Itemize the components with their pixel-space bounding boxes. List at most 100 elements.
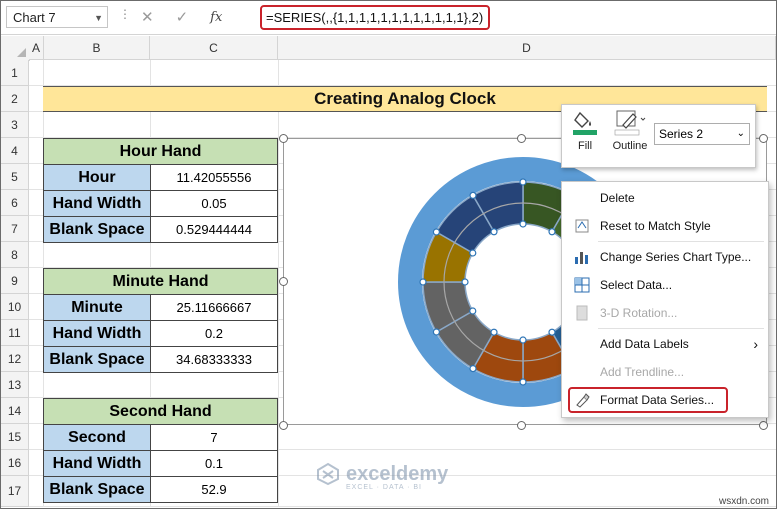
table-value[interactable]: 0.2 [150,320,278,347]
more-dots-icon[interactable]: ⋮ [119,7,132,21]
table-label[interactable]: Minute [43,294,151,321]
select-data-icon [574,277,590,293]
row-header-6[interactable]: 6 [1,190,29,216]
name-box[interactable]: Chart 7 ▼ [6,6,108,28]
menu-item-label: Delete [600,191,635,205]
series-selection-point[interactable] [469,191,477,199]
formula-bar: Chart 7 ▼ ⋮ ✕ ✓ fx =SERIES(,,{1,1,1,1,1,… [1,1,776,35]
table-header[interactable]: Second Hand [43,398,278,425]
menu-separator [598,241,764,242]
series-selection-point[interactable] [548,328,556,336]
menu-item-delete[interactable]: Delete [562,187,766,209]
row-header-4[interactable]: 4 [1,138,29,164]
row-header-13[interactable]: 13 [1,372,29,398]
series-select-value: Series 2 [659,127,704,141]
table-label[interactable]: Hand Width [43,320,151,347]
chart-resize-handle[interactable] [279,134,288,143]
row-header-14[interactable]: 14 [1,398,29,424]
select-all-corner[interactable] [1,36,30,61]
table-value[interactable]: 0.529444444 [150,216,278,243]
row-header-15[interactable]: 15 [1,424,29,450]
chart-resize-handle[interactable] [759,134,768,143]
row-header-7[interactable]: 7 [1,216,29,242]
series-selection-point[interactable] [548,228,556,236]
table-label[interactable]: Hand Width [43,190,151,217]
exceldemy-logo-icon [317,462,339,486]
paint-bucket-icon [573,111,597,135]
menu-item-3d-rotation: 3-D Rotation... [562,302,766,324]
table-value[interactable]: 0.1 [150,450,278,477]
series-selection-point[interactable] [469,365,477,373]
column-header-b[interactable]: B [44,36,150,60]
table-label[interactable]: Second [43,424,151,451]
row-header-12[interactable]: 12 [1,346,29,372]
menu-item-reset-to-match-style[interactable]: Reset to Match Style [562,215,766,237]
menu-item-add-data-labels[interactable]: Add Data Labels › [562,333,766,355]
series-selection-point[interactable] [519,336,527,344]
table-label[interactable]: Blank Space [43,216,151,243]
table-header[interactable]: Hour Hand [43,138,278,165]
cancel-icon[interactable]: ✕ [141,8,154,26]
series-select[interactable]: Series 2 ⌄ [654,123,750,145]
series-selection-point[interactable] [469,249,477,257]
series-selection-point[interactable] [469,307,477,315]
table-value[interactable]: 52.9 [150,476,278,503]
table-label[interactable]: Hand Width [43,450,151,477]
menu-item-label: Change Series Chart Type... [600,250,752,264]
grid-row [29,60,776,86]
row-header-8[interactable]: 8 [1,242,29,268]
chart-resize-handle[interactable] [279,277,288,286]
series-selection-point[interactable] [519,220,527,228]
series-selection-point[interactable] [461,278,469,286]
column-header-a[interactable]: A [29,36,44,60]
chart-resize-handle[interactable] [279,421,288,430]
series-selection-point[interactable] [519,378,527,386]
chart-type-icon [575,252,588,264]
series-selection-point[interactable] [490,228,498,236]
reset-icon [575,219,589,233]
insert-function-icon[interactable]: fx [210,10,222,25]
table-label[interactable]: Blank Space [43,476,151,503]
pen-outline-icon [614,110,646,136]
table-value[interactable]: 11.42055556 [150,164,278,191]
watermark-name: exceldemy [346,462,449,485]
series-selection-point[interactable] [490,328,498,336]
row-header-16[interactable]: 16 [1,450,29,476]
watermark: exceldemy EXCEL · DATA · BI [316,462,449,491]
row-header-1[interactable]: 1 [1,60,29,86]
outline-button[interactable]: Outline [608,109,652,152]
series-selection-point[interactable] [432,328,440,336]
row-header-10[interactable]: 10 [1,294,29,320]
chart-resize-handle[interactable] [517,134,526,143]
chevron-down-icon: ⌄ [736,128,745,139]
enter-icon[interactable]: ✓ [176,8,189,26]
series-selection-point[interactable] [432,228,440,236]
row-header-5[interactable]: 5 [1,164,29,190]
table-label[interactable]: Blank Space [43,346,151,373]
row-header-3[interactable]: 3 [1,112,29,138]
table-value[interactable]: 34.68333333 [150,346,278,373]
series-selection-point[interactable] [519,178,527,186]
menu-item-change-series-chart-type[interactable]: Change Series Chart Type... [562,246,766,268]
table-value[interactable]: 7 [150,424,278,451]
table-header[interactable]: Minute Hand [43,268,278,295]
row-header-2[interactable]: 2 [1,86,29,112]
column-header-d[interactable]: D [278,36,776,60]
watermark-tagline: EXCEL · DATA · BI [346,484,422,491]
hour-hand-table: Hour Hand Hour 11.42055556 Hand Width 0.05… [43,138,278,243]
table-value[interactable]: 25.11666667 [150,294,278,321]
formula-input[interactable]: =SERIES(,,{1,1,1,1,1,1,1,1,1,1,1,1},2) [260,5,490,30]
chevron-down-icon[interactable]: ▼ [94,7,103,29]
menu-item-select-data[interactable]: Select Data... [562,274,766,296]
table-label[interactable]: Hour [43,164,151,191]
series-selection-point[interactable] [419,278,427,286]
column-header-c[interactable]: C [150,36,278,60]
row-header-11[interactable]: 11 [1,320,29,346]
chart-resize-handle[interactable] [759,421,768,430]
fill-button[interactable]: Fill [570,109,600,152]
menu-item-label: Select Data... [600,278,673,292]
chart-resize-handle[interactable] [517,421,526,430]
row-header-17[interactable]: 17 [1,476,29,507]
table-value[interactable]: 0.05 [150,190,278,217]
row-header-9[interactable]: 9 [1,268,29,294]
